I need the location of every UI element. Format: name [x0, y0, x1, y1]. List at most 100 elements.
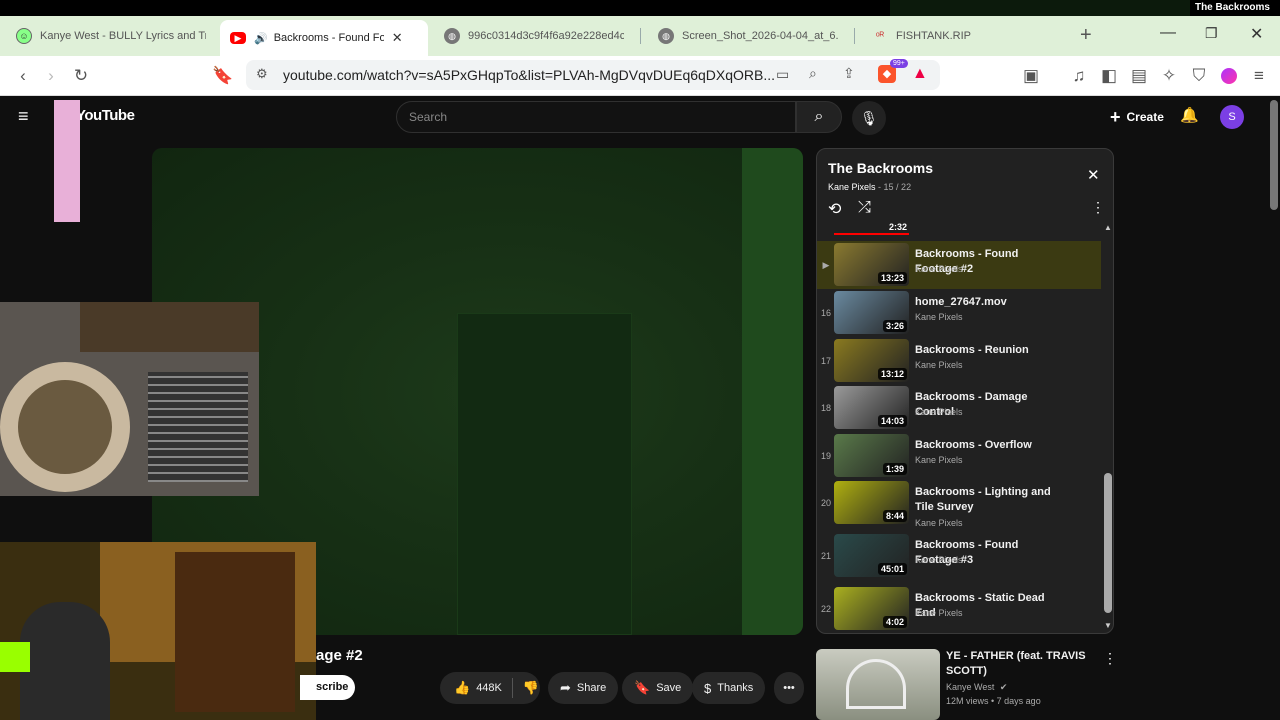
playlist-item[interactable]: 16 3:26 home_27647.mov Kane Pixels [817, 289, 1101, 337]
leo-icon[interactable]: ✧ [1158, 65, 1180, 87]
playlist-scrollbar[interactable]: ▲ ▼ [1104, 223, 1112, 633]
playlist-item-thumbnail[interactable]: 3:26 [834, 291, 909, 334]
share-page-icon[interactable]: ⇪ [843, 65, 855, 82]
recommendation-thumbnail[interactable] [816, 649, 940, 720]
sidebar-icon[interactable]: ◧ [1098, 65, 1120, 87]
playlist-menu-icon[interactable]: ⋮ [1091, 199, 1105, 216]
playlist-item[interactable]: ▶ 13:23 Backrooms - Found Footage #2 Kane P… [817, 241, 1101, 289]
hamburger-icon[interactable]: ≡ [18, 106, 29, 127]
playlist-item-channel: Kane Pixels [915, 608, 963, 618]
playlist-title[interactable]: The Backrooms [828, 160, 933, 176]
playlist-item-title[interactable]: Backrooms - Reunion [915, 343, 1063, 358]
playlist-item[interactable]: 20 8:44 Backrooms - Lighting and Tile Surv… [817, 479, 1101, 528]
playlist-item-channel: Kane Pixels [915, 264, 963, 274]
playlist-item-title[interactable]: Backrooms - Lighting and Tile Survey [915, 485, 1063, 515]
stream-title: The Backrooms [1194, 2, 1270, 13]
playlist-item-thumbnail[interactable]: 45:01 [834, 534, 909, 577]
playlist-item[interactable]: 19 1:39 Backrooms - Overflow Kane Pixels [817, 432, 1101, 480]
playlist-item-thumbnail[interactable]: 4:02 [834, 587, 909, 630]
thumbs-down-icon: 👎 [522, 680, 540, 695]
restore-icon[interactable]: ❐ [1205, 25, 1218, 42]
shuffle-icon[interactable]: ⤮ [858, 199, 871, 217]
more-actions-button[interactable]: ••• [774, 672, 804, 704]
playlist-item-title[interactable]: home_27647.mov [915, 295, 1063, 310]
duration-badge: 1:39 [882, 463, 907, 475]
duration-badge: 13:12 [877, 368, 907, 380]
reader-icon[interactable]: ▣ [1020, 65, 1042, 87]
avatar[interactable]: S [1220, 105, 1244, 129]
duration-badge: 13:23 [877, 272, 907, 284]
tab-genius[interactable]: ☺ Kanye West - BULLY Lyrics and Tra [6, 20, 216, 52]
site-info-icon[interactable]: ⚙ [256, 66, 268, 82]
playlist-item-thumbnail[interactable]: 13:23 [834, 243, 909, 286]
playlist-item-index: 21 [820, 551, 831, 561]
wallet-icon[interactable]: ▤ [1128, 65, 1150, 87]
zoom-icon[interactable]: ⌕ [809, 65, 817, 82]
recommendation-title[interactable]: YE - FATHER (feat. TRAVIS SCOTT) [946, 649, 1086, 679]
playlist-item-title[interactable]: Backrooms - Overflow [915, 438, 1063, 453]
tab-fishtank[interactable]: ᵒᴿ FISHTANK.RIP [862, 20, 1062, 52]
playlist-item[interactable]: 17 13:12 Backrooms - Reunion Kane Pixels [817, 337, 1101, 385]
minimize-icon[interactable]: — [1160, 24, 1176, 42]
vpn-icon[interactable]: ⛉ [1188, 65, 1210, 87]
playlist-item-channel: Kane Pixels [915, 555, 963, 565]
duration-badge: 8:44 [882, 510, 907, 522]
recommendation-menu-icon[interactable]: ⋮ [1103, 650, 1117, 667]
bookmark-save-icon: 🔖 [634, 680, 651, 695]
save-button[interactable]: 🔖 Save [622, 672, 694, 704]
youtube-logo-text[interactable]: YouTube [76, 107, 135, 124]
tab-hash-image[interactable]: ◍ 996c0314d3c9f4f6a92e228ed4c8 [434, 20, 634, 52]
tab-screenshot[interactable]: ◍ Screen_Shot_2026-04-04_at_6.06 [648, 20, 848, 52]
reload-icon[interactable]: ↻ [70, 65, 92, 87]
playlist-item-thumbnail[interactable]: 13:12 [834, 339, 909, 382]
video-title: age #2 [316, 647, 363, 664]
back-icon[interactable]: ‹ [12, 65, 34, 87]
loop-icon[interactable]: ⟲ [828, 199, 841, 219]
like-dislike-group: 👍 448K 👎 [440, 672, 540, 704]
mic-icon: 🎙 [860, 109, 878, 126]
bookmark-icon[interactable]: 🔖 [212, 65, 234, 87]
search-button[interactable]: ⌕ [796, 101, 842, 133]
like-button[interactable]: 👍 448K [440, 678, 513, 698]
media-icon[interactable]: ♫ [1068, 65, 1090, 87]
url-text[interactable]: youtube.com/watch?v=sA5PxGHqpTo&list=PLV… [283, 67, 775, 83]
close-playlist-icon[interactable]: ✕ [1087, 166, 1100, 184]
playlist-item-channel: Kane Pixels [915, 518, 963, 528]
search-input[interactable]: Search [396, 101, 796, 133]
playlist-item-index: 19 [820, 451, 831, 461]
playlist-item-thumbnail[interactable]: 8:44 [834, 481, 909, 524]
tab-youtube-active[interactable]: ▶ 🔊 Backrooms - Found Foota ✕ [220, 20, 428, 56]
globe-icon: ◍ [658, 28, 674, 44]
share-button[interactable]: ➦ Share [548, 672, 619, 704]
playlist-item[interactable]: 18 14:03 Backrooms - Damage Control Kane Pi… [817, 384, 1101, 432]
subscribe-button[interactable]: scribe [300, 675, 355, 700]
forward-icon[interactable]: › [40, 65, 62, 87]
playlist-item-thumbnail[interactable]: 1:39 [834, 434, 909, 477]
playlist-items: 2:32 ▶ 13:23 Backrooms - Found Footage #2 K… [817, 223, 1113, 633]
thanks-icon: $ [704, 680, 712, 696]
page-scrollbar[interactable] [1270, 100, 1278, 210]
verified-icon: ✔ [999, 682, 1008, 692]
more-icon: ••• [783, 682, 795, 694]
recommendation-channel[interactable]: Kanye West ✔ [946, 682, 1007, 693]
thumbs-up-icon: 👍 [454, 680, 471, 695]
menu-icon[interactable]: ≡ [1248, 65, 1270, 87]
create-button[interactable]: + Create [1100, 102, 1174, 132]
brave-rewards-icon[interactable]: ▲ [912, 65, 928, 83]
cast-icon[interactable]: ▭ [776, 66, 789, 83]
playlist-item[interactable]: 21 45:01 Backrooms - Found Footage #3 Kane … [817, 532, 1101, 580]
dislike-button[interactable]: 👎 [513, 680, 549, 696]
playlist-item-index: 22 [820, 604, 831, 614]
playlist-channel[interactable]: Kane Pixels [828, 182, 876, 192]
new-tab-icon[interactable]: + [1080, 24, 1092, 47]
address-bar[interactable]: ⚙ youtube.com/watch?v=sA5PxGHqpTo&list=P… [246, 59, 940, 90]
close-window-icon[interactable]: ✕ [1250, 24, 1263, 44]
playlist-item[interactable]: 22 4:02 Backrooms - Static Dead End Kane Pi… [817, 585, 1101, 633]
playlist-item-thumbnail[interactable]: 14:03 [834, 386, 909, 429]
thanks-button[interactable]: $ Thanks [692, 672, 766, 704]
profile-icon[interactable] [1218, 65, 1240, 87]
close-tab-icon[interactable]: ✕ [392, 30, 403, 46]
voice-search-button[interactable]: 🎙 [852, 101, 886, 135]
notifications-icon[interactable]: 🔔 [1180, 106, 1199, 124]
duration-badge: 3:26 [882, 320, 907, 332]
